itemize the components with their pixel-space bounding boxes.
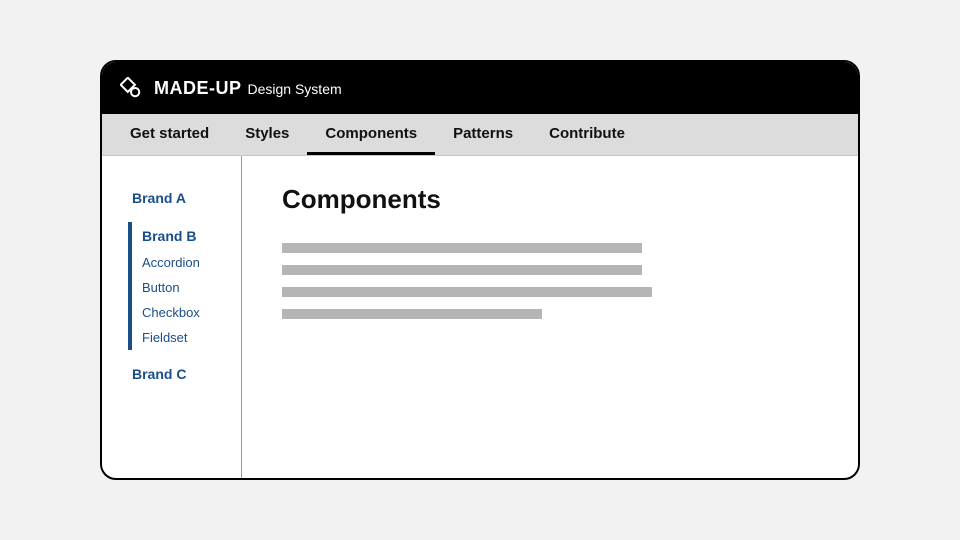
placeholder-paragraph xyxy=(282,243,818,319)
brand-strong: MADE-UP xyxy=(154,78,242,98)
tab-patterns[interactable]: Patterns xyxy=(435,114,531,155)
placeholder-line xyxy=(282,287,652,297)
sidebar-head-brand-b[interactable]: Brand B xyxy=(132,222,241,250)
sidebar-item-checkbox[interactable]: Checkbox xyxy=(132,300,241,325)
brand-sub: Design System xyxy=(248,81,342,97)
sidebar-item-accordion[interactable]: Accordion xyxy=(132,250,241,275)
sidebar-item-button[interactable]: Button xyxy=(132,275,241,300)
main-tabs: Get started Styles Components Patterns C… xyxy=(102,114,858,156)
tab-get-started[interactable]: Get started xyxy=(112,114,227,155)
sidebar-group-brand-b: Brand B Accordion Button Checkbox Fields… xyxy=(128,222,241,350)
sidebar-section-brand-b: Brand B Accordion Button Checkbox Fields… xyxy=(102,222,241,350)
sidebar-head-brand-c[interactable]: Brand C xyxy=(102,360,241,388)
titlebar: MADE-UP Design System xyxy=(102,62,858,114)
logo-icon xyxy=(120,77,142,99)
body: Brand A Brand B Accordion Button Checkbo… xyxy=(102,156,858,478)
placeholder-line xyxy=(282,265,642,275)
main-content: Components xyxy=(242,156,858,478)
placeholder-line xyxy=(282,243,642,253)
sidebar-head-brand-a[interactable]: Brand A xyxy=(102,184,241,212)
app-window: MADE-UP Design System Get started Styles … xyxy=(100,60,860,480)
tab-styles[interactable]: Styles xyxy=(227,114,307,155)
page-title: Components xyxy=(282,184,818,215)
placeholder-line xyxy=(282,309,542,319)
sidebar-section-brand-c: Brand C xyxy=(102,360,241,388)
tab-contribute[interactable]: Contribute xyxy=(531,114,643,155)
sidebar-section-brand-a: Brand A xyxy=(102,184,241,212)
brand-name: MADE-UP Design System xyxy=(154,78,342,99)
sidebar-item-fieldset[interactable]: Fieldset xyxy=(132,325,241,350)
sidebar: Brand A Brand B Accordion Button Checkbo… xyxy=(102,156,242,478)
tab-components[interactable]: Components xyxy=(307,114,435,155)
